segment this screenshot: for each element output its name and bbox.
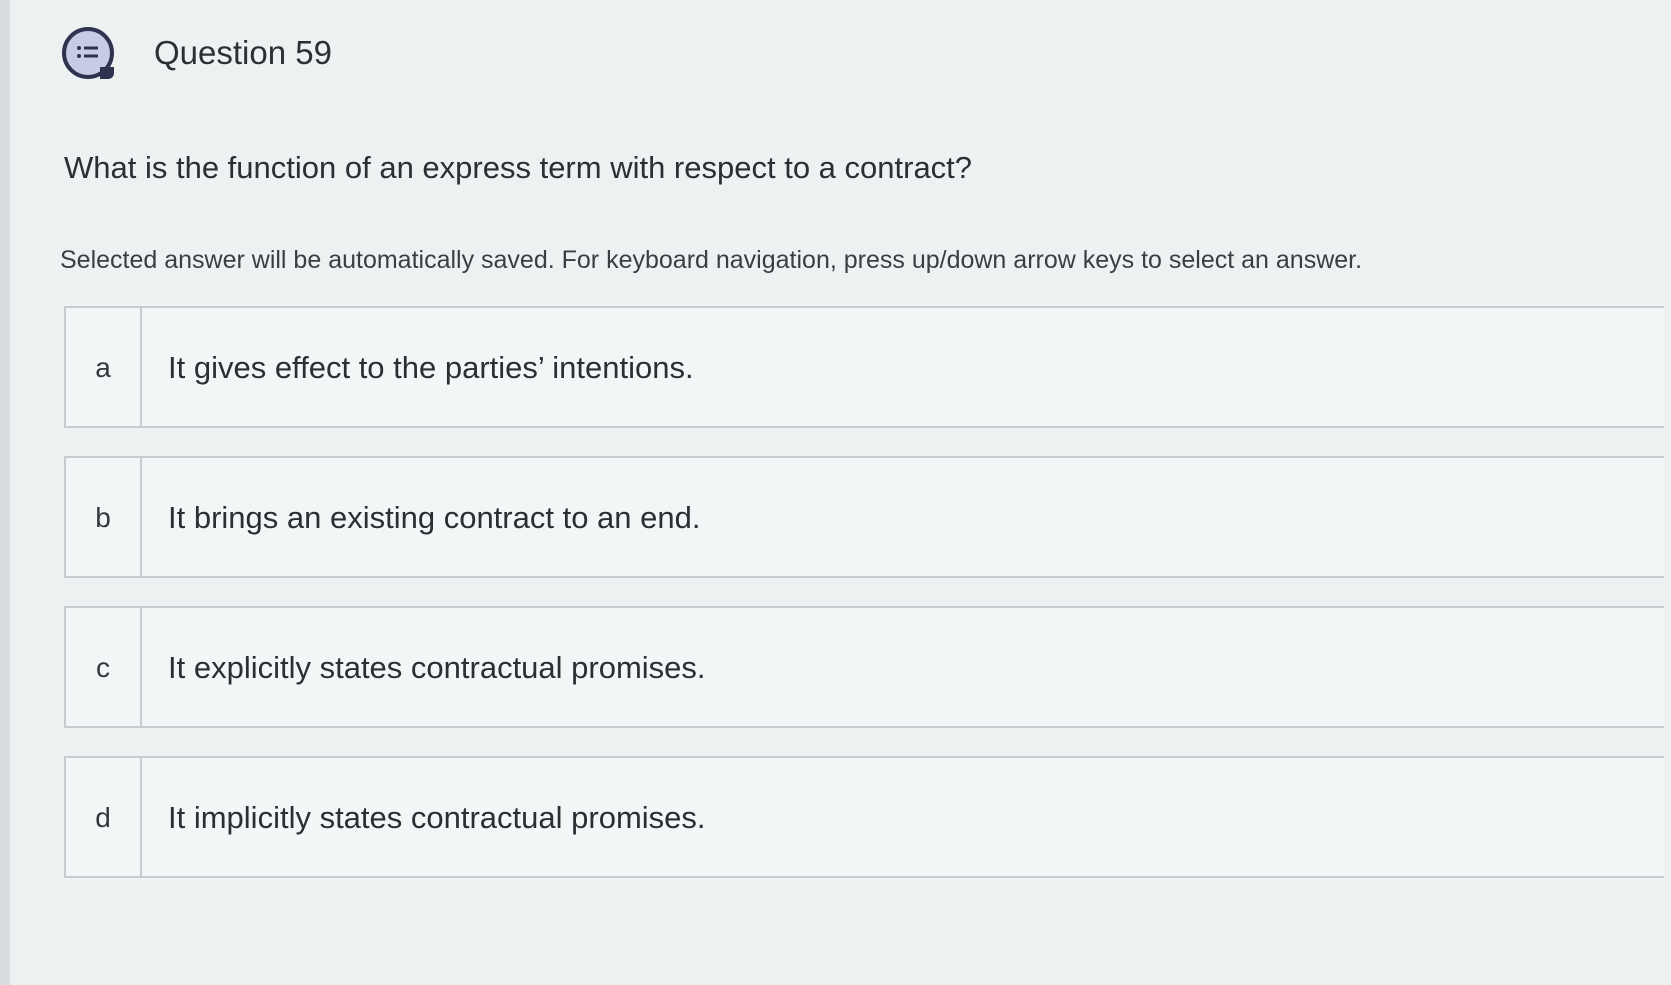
answer-options: a It gives effect to the parties’ intent… bbox=[64, 306, 1664, 906]
question-prompt: What is the function of an express term … bbox=[64, 150, 973, 185]
question-header: Question 59 bbox=[62, 26, 332, 80]
quiz-page: Question 59 What is the function of an e… bbox=[0, 0, 1671, 985]
answer-option-a[interactable]: a It gives effect to the parties’ intent… bbox=[64, 306, 1664, 428]
option-letter: d bbox=[66, 758, 142, 876]
option-text: It gives effect to the parties’ intentio… bbox=[168, 350, 694, 385]
option-text: It implicitly states contractual promise… bbox=[168, 800, 706, 835]
option-text: It brings an existing contract to an end… bbox=[168, 500, 701, 535]
question-list-icon bbox=[62, 27, 114, 79]
answer-option-d[interactable]: d It implicitly states contractual promi… bbox=[64, 756, 1664, 878]
option-letter: a bbox=[66, 308, 142, 426]
answer-instructions: Selected answer will be automatically sa… bbox=[60, 246, 1363, 274]
answer-option-b[interactable]: b It brings an existing contract to an e… bbox=[64, 456, 1664, 578]
question-title: Question 59 bbox=[154, 34, 332, 71]
option-text: It explicitly states contractual promise… bbox=[168, 650, 706, 685]
left-edge-divider bbox=[0, 0, 10, 985]
answer-option-c[interactable]: c It explicitly states contractual promi… bbox=[64, 606, 1664, 728]
option-letter: b bbox=[66, 458, 142, 576]
option-letter: c bbox=[66, 608, 142, 726]
